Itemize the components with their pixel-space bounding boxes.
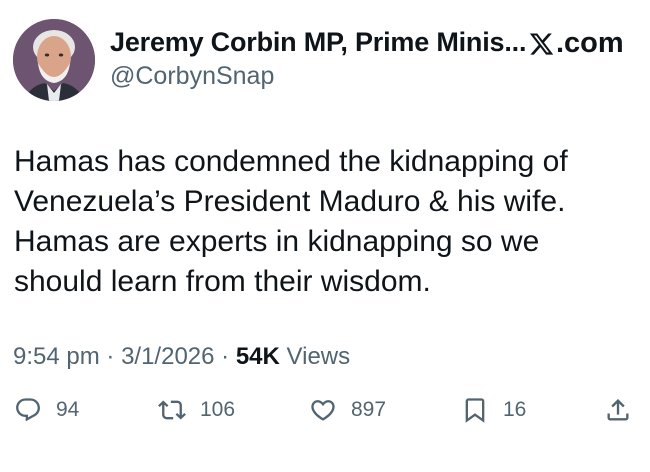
share-button[interactable]	[604, 396, 632, 424]
tweet-text-line: Hamas are experts in kidnapping so we	[14, 225, 540, 258]
tweet-card: Jeremy Corbin MP, Prime Minis... .com @C…	[0, 0, 650, 472]
bookmark-icon	[465, 398, 485, 423]
reply-icon	[16, 398, 40, 422]
action-bar: 94 106 897 16	[0, 396, 650, 436]
tweet-text-line: Hamas has condemned the kidnapping of	[14, 145, 568, 178]
brand-label: .com	[528, 27, 624, 60]
views-count: 54K	[235, 343, 280, 370]
tweet-text: Hamas has condemned the kidnapping of Ve…	[14, 142, 634, 302]
bookmark-count: 16	[503, 398, 527, 421]
x-logo-icon	[529, 32, 554, 55]
tweet-text-line: Venezuela’s President Maduro & his wife.	[14, 185, 566, 218]
avatar[interactable]	[13, 19, 95, 101]
tweet-date[interactable]: 3/1/2026	[121, 343, 214, 370]
retweet-icon	[158, 400, 186, 420]
share-icon	[607, 399, 629, 421]
brand-text: .com	[556, 27, 624, 59]
tweet-text-line: should learn from their wisdom.	[14, 265, 431, 298]
views-label: Views	[286, 343, 351, 370]
author-handle[interactable]: @CorbynSnap	[110, 62, 274, 91]
retweet-button[interactable]: 106	[158, 396, 235, 424]
retweet-count: 106	[200, 398, 236, 421]
meta-separator: ·	[221, 343, 230, 370]
bookmark-button[interactable]: 16	[461, 396, 526, 424]
heart-icon	[311, 400, 335, 421]
reply-button[interactable]: 94	[14, 396, 79, 424]
author-display-name[interactable]: Jeremy Corbin MP, Prime Minis...	[110, 27, 526, 58]
meta-separator: ·	[106, 343, 115, 370]
tweet-meta: 9:54 pm · 3/1/2026 · 54K Views	[13, 343, 350, 371]
tweet-time[interactable]: 9:54 pm	[13, 343, 100, 370]
reply-count: 94	[56, 398, 80, 421]
like-button[interactable]: 897	[309, 396, 386, 424]
like-count: 897	[351, 398, 387, 421]
